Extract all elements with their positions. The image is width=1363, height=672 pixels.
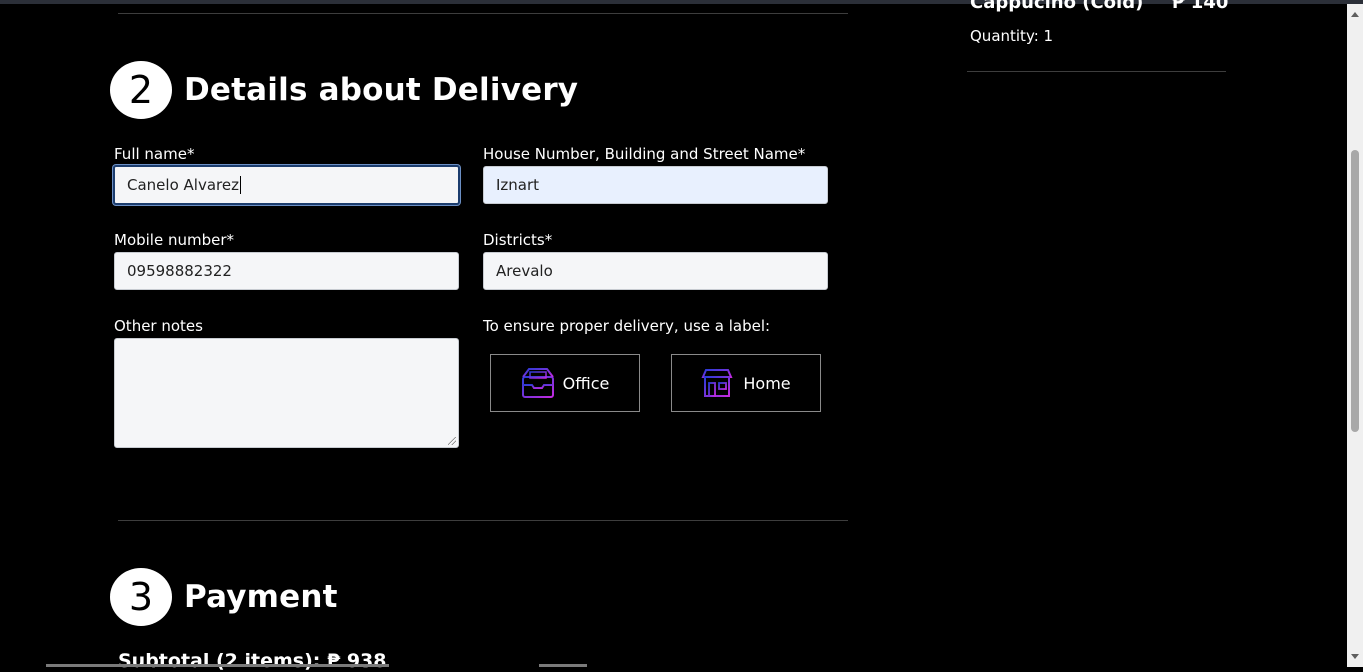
notes-label: Other notes <box>114 317 203 335</box>
summary-divider <box>967 71 1226 72</box>
step-number-badge: 3 <box>110 568 172 626</box>
cart-item-name: Cappucino (Cold) <box>970 0 1144 13</box>
window-top-strip <box>0 0 1363 4</box>
delivery-section-header: 2 Details about Delivery <box>110 61 578 119</box>
mobile-label: Mobile number* <box>114 231 235 249</box>
section-divider-bottom <box>118 520 848 521</box>
subtotal-text: Subtotal (2 items): ₱ 938 <box>118 650 387 672</box>
vertical-scrollbar[interactable] <box>1347 4 1363 667</box>
home-label-button[interactable]: Home <box>671 354 821 412</box>
step-number-badge: 2 <box>110 61 172 119</box>
notes-textarea[interactable] <box>114 338 459 448</box>
scroll-up-icon[interactable] <box>1351 12 1359 17</box>
full-name-input[interactable]: Canelo Alvarez <box>113 165 460 205</box>
district-value: Arevalo <box>496 262 553 280</box>
cart-item-quantity: Quantity: 1 <box>970 27 1054 45</box>
scroll-thumb[interactable] <box>1351 150 1359 432</box>
scroll-down-icon[interactable] <box>1351 654 1359 659</box>
office-label-button[interactable]: Office <box>490 354 640 412</box>
district-label: Districts* <box>483 231 553 249</box>
district-input[interactable]: Arevalo <box>483 252 828 290</box>
home-label-text: Home <box>743 373 791 393</box>
cart-item-price: ₱ 140 <box>1172 0 1229 13</box>
label-prompt: To ensure proper delivery, use a label: <box>483 317 771 335</box>
address-value: Iznart <box>496 176 540 194</box>
section-title: Payment <box>184 579 338 615</box>
office-icon <box>521 368 554 398</box>
full-name-label: Full name* <box>114 145 195 163</box>
section-divider-top <box>118 13 848 14</box>
mobile-value: 09598882322 <box>127 262 232 280</box>
address-label: House Number, Building and Street Name* <box>483 145 806 163</box>
resize-grip-icon[interactable] <box>448 437 456 445</box>
payment-section-header: 3 Payment <box>110 568 338 626</box>
section-title: Details about Delivery <box>184 72 579 108</box>
home-icon <box>701 369 733 397</box>
text-caret <box>239 176 241 194</box>
mobile-input[interactable]: 09598882322 <box>114 252 459 290</box>
full-name-value: Canelo Alvarez <box>127 176 239 194</box>
office-label-text: Office <box>562 373 610 393</box>
address-input[interactable]: Iznart <box>483 166 828 204</box>
